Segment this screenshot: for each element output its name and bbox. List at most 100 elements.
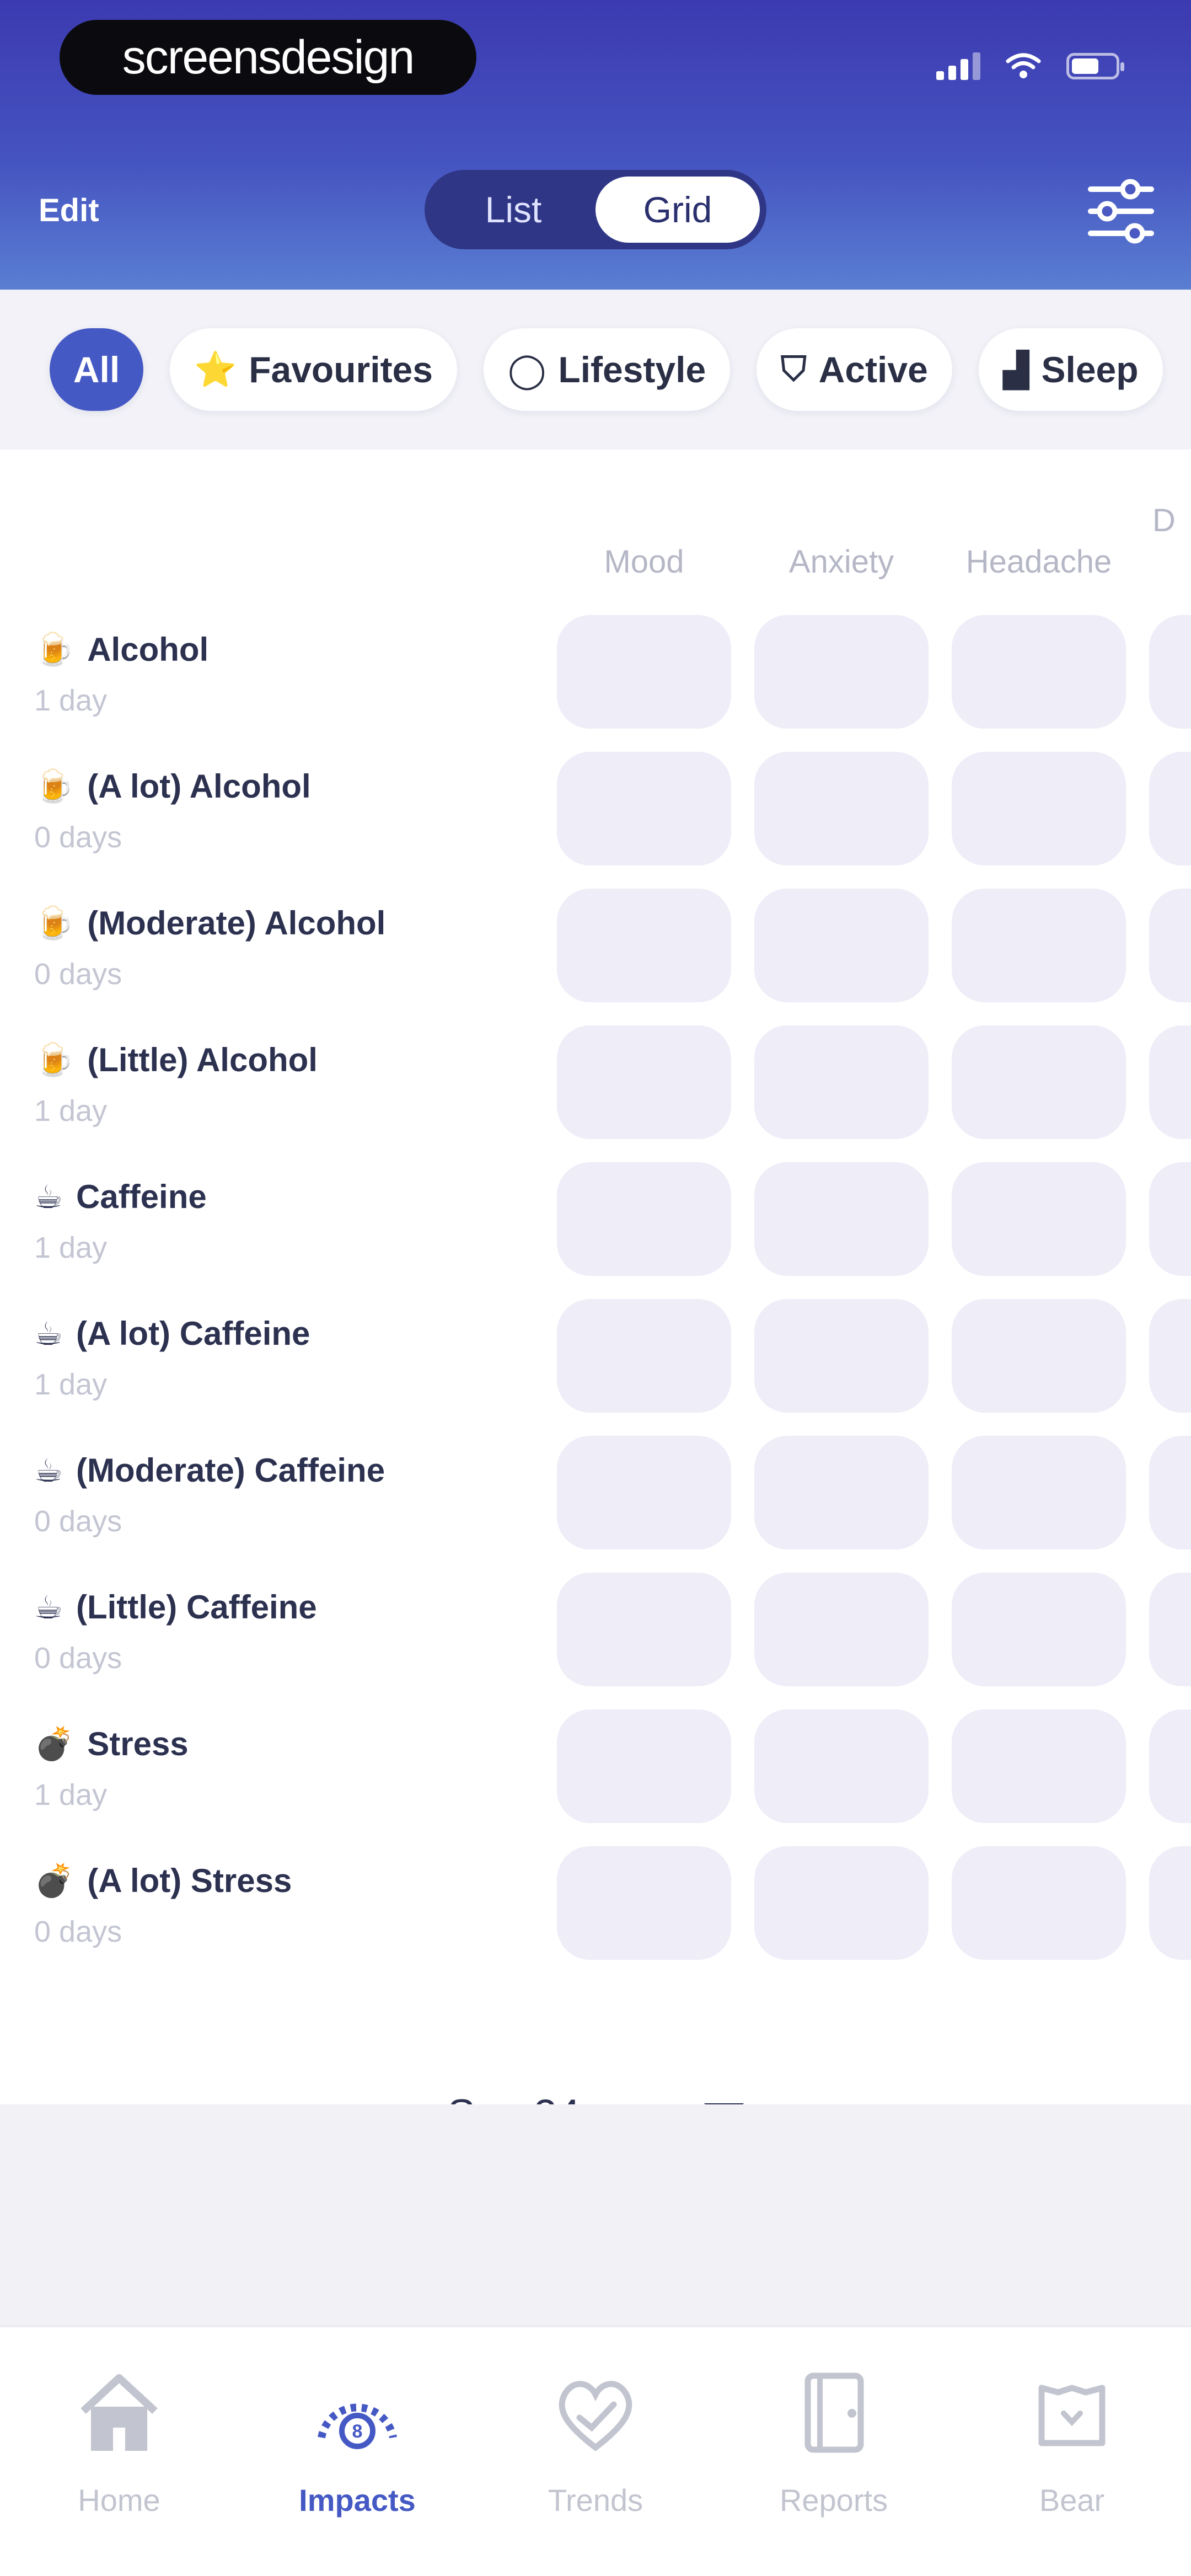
factor-emoji-icon: 💣 — [34, 1725, 74, 1762]
grid-cell-anxiety[interactable] — [754, 1299, 929, 1413]
grid-cell-mood[interactable] — [557, 1162, 731, 1276]
grid-cell-mood[interactable] — [557, 615, 731, 729]
grid-cell-anxiety[interactable] — [754, 1846, 929, 1960]
factor-name: (Little) Caffeine — [76, 1589, 317, 1626]
factor-emoji-icon: 🍺 — [34, 1041, 74, 1078]
table-row: 🍺 (Moderate) Alcohol 0 days — [0, 889, 1191, 1027]
grid-cell-d[interactable] — [1149, 1846, 1191, 1960]
grid-cell-headache[interactable] — [952, 1299, 1126, 1413]
status-icons — [936, 52, 1124, 80]
view-toggle: List Grid — [425, 170, 766, 249]
table-row: 💣 (A lot) Stress 0 days — [0, 1846, 1191, 1984]
factor-days: 0 days — [34, 958, 122, 991]
grid-cell-headache[interactable] — [952, 889, 1126, 1002]
factor-name: (Moderate) Alcohol — [87, 905, 386, 942]
category-chip-lifestyle[interactable]: ◯ Lifestyle — [483, 328, 731, 411]
tab-trends[interactable]: Trends — [476, 2327, 715, 2576]
grid-cell-headache[interactable] — [952, 1573, 1126, 1686]
favourites-icon: ⭐ — [194, 350, 237, 389]
grid-cell-d[interactable] — [1149, 1573, 1191, 1686]
factor-title[interactable]: 🍺 (A lot) Alcohol — [34, 767, 311, 805]
factor-emoji-icon: ☕ — [34, 1316, 63, 1352]
sliders-icon[interactable] — [1085, 175, 1157, 247]
factor-title[interactable]: ☕ Caffeine — [34, 1178, 207, 1216]
tab-label: Trends — [548, 2483, 643, 2518]
impacts-grid: Mood Anxiety Headache D 🍺 Alcohol 1 day 🍺 (A lot… — [0, 450, 1191, 2104]
factor-days: 0 days — [34, 1505, 122, 1538]
factor-title[interactable]: ☕ (A lot) Caffeine — [34, 1314, 310, 1353]
grid-cell-headache[interactable] — [952, 752, 1126, 865]
category-chip-active[interactable]: ⛉ Active — [757, 328, 952, 411]
category-chip-favourites[interactable]: ⭐ Favourites — [170, 328, 457, 411]
tab-label: Reports — [779, 2483, 888, 2518]
factor-name: Stress — [87, 1725, 189, 1762]
grid-cell-d[interactable] — [1149, 752, 1191, 865]
category-chip-label: Active — [818, 349, 928, 390]
grid-cell-headache[interactable] — [952, 1846, 1126, 1960]
tab-impacts[interactable]: 8 Impacts — [238, 2327, 476, 2576]
tab-label: Impacts — [299, 2483, 416, 2518]
grid-cell-anxiety[interactable] — [754, 889, 929, 1002]
svg-text:8: 8 — [352, 2421, 363, 2442]
grid-cell-headache[interactable] — [952, 1436, 1126, 1549]
category-chip-label: All — [73, 349, 120, 390]
grid-cell-headache[interactable] — [952, 1709, 1126, 1823]
grid-cell-d[interactable] — [1149, 1436, 1191, 1549]
grid-cell-anxiety[interactable] — [754, 1573, 929, 1686]
tab-bear[interactable]: Bear — [953, 2327, 1191, 2576]
grid-cell-d[interactable] — [1149, 889, 1191, 1002]
edit-button[interactable]: Edit — [39, 192, 99, 229]
grid-cell-mood[interactable] — [557, 1299, 731, 1413]
factor-emoji-icon: 💣 — [34, 1862, 74, 1899]
table-row: 🍺 (Little) Alcohol 1 day — [0, 1025, 1191, 1163]
category-chip-all[interactable]: All — [50, 328, 143, 411]
grid-cell-d[interactable] — [1149, 1709, 1191, 1823]
grid-cell-d[interactable] — [1149, 1299, 1191, 1413]
factor-title[interactable]: 🍺 (Moderate) Alcohol — [34, 904, 385, 942]
grid-cell-mood[interactable] — [557, 1846, 731, 1960]
grid-cell-headache[interactable] — [952, 615, 1126, 729]
grid-cell-anxiety[interactable] — [754, 752, 929, 865]
factor-title[interactable]: 💣 (A lot) Stress — [34, 1862, 292, 1900]
factor-days: 1 day — [34, 1231, 108, 1264]
column-header-d: D — [1152, 503, 1176, 538]
category-chip-sleep[interactable]: ▟ Sleep — [978, 328, 1163, 411]
tab-reports[interactable]: Reports — [715, 2327, 953, 2576]
grid-cell-mood[interactable] — [557, 1709, 731, 1823]
grid-cell-anxiety[interactable] — [754, 1162, 929, 1276]
tab-home[interactable]: Home — [0, 2327, 238, 2576]
report-book-icon — [787, 2366, 881, 2482]
factor-title[interactable]: ☕ (Little) Caffeine — [34, 1588, 317, 1626]
factor-days: 1 day — [34, 1778, 108, 1811]
factor-emoji-icon: 🍺 — [34, 905, 74, 941]
grid-cell-d[interactable] — [1149, 1162, 1191, 1276]
sleep-icon: ▟ — [1002, 351, 1029, 389]
factor-title[interactable]: 🍺 Alcohol — [34, 630, 208, 669]
grid-cell-mood[interactable] — [557, 889, 731, 1002]
grid-cell-mood[interactable] — [557, 1436, 731, 1549]
grid-cell-headache[interactable] — [952, 1162, 1126, 1276]
grid-cell-mood[interactable] — [557, 1025, 731, 1139]
grid-cell-mood[interactable] — [557, 752, 731, 865]
category-chip-label: Lifestyle — [558, 349, 706, 390]
grid-cell-anxiety[interactable] — [754, 1709, 929, 1823]
grid-cell-anxiety[interactable] — [754, 1436, 929, 1549]
factor-name: (A lot) Caffeine — [76, 1315, 310, 1352]
battery-icon — [1066, 53, 1124, 79]
toggle-grid[interactable]: Grid — [596, 177, 760, 243]
factor-title[interactable]: ☕ (Moderate) Caffeine — [34, 1451, 385, 1489]
tab-label: Bear — [1039, 2483, 1105, 2518]
grid-cell-headache[interactable] — [952, 1025, 1126, 1139]
factor-title[interactable]: 🍺 (Little) Alcohol — [34, 1041, 318, 1079]
factor-title[interactable]: 💣 Stress — [34, 1725, 189, 1763]
grid-cell-d[interactable] — [1149, 1025, 1191, 1139]
toggle-list[interactable]: List — [431, 177, 596, 243]
grid-cell-mood[interactable] — [557, 1573, 731, 1686]
grid-cell-d[interactable] — [1149, 615, 1191, 729]
grid-cell-anxiety[interactable] — [754, 615, 929, 729]
content-spacer — [0, 2104, 1191, 2325]
grid-cell-anxiety[interactable] — [754, 1025, 929, 1139]
cellular-signal-icon — [936, 52, 980, 80]
table-row: 🍺 (A lot) Alcohol 0 days — [0, 752, 1191, 890]
factor-name: Caffeine — [76, 1178, 207, 1215]
